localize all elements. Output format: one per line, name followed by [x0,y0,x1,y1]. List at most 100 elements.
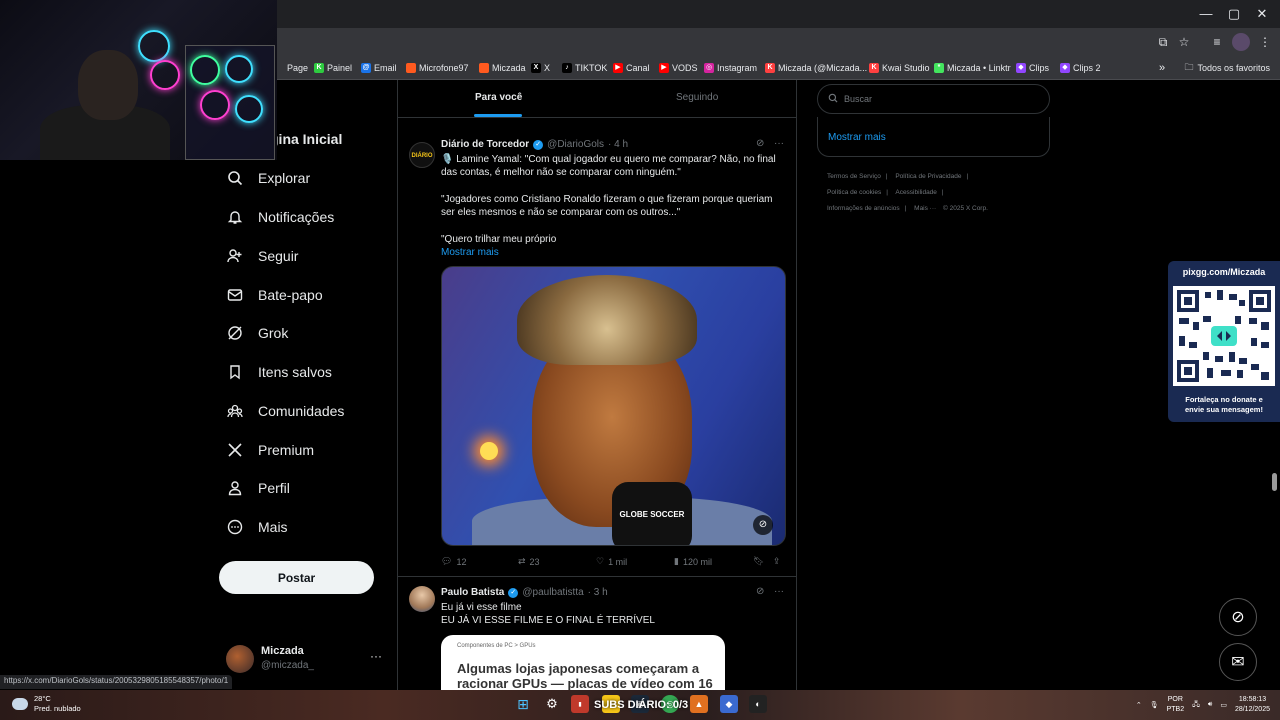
privacy-link[interactable]: Política de Privacidade [895,173,961,180]
nav-explore[interactable]: Explorar [226,163,310,193]
minimize-button[interactable]: — [1196,5,1216,23]
grok-floating-button[interactable]: ⊘ [1219,598,1257,636]
app-icon[interactable]: ◆ [720,695,738,713]
bookmark-microfone97[interactable]: Microfone97 [406,60,469,76]
app-icon[interactable]: ▲ [690,695,708,713]
windows-start-icon[interactable]: ⊞ [514,695,532,713]
clock[interactable]: 18:58:13 28/12/2025 [1235,695,1270,715]
language-indicator[interactable]: POR PTB2 [1167,695,1185,715]
nav-grok[interactable]: Grok [226,318,288,348]
bookmark-clips[interactable]: ◆ Clips [1016,60,1049,76]
bookmark-linktree[interactable]: * Miczada • Linktr [934,60,1011,76]
bookmark-instagram[interactable]: ◎ Instagram [704,60,757,76]
bookmark-x[interactable]: XX [531,60,550,76]
tweet-author-avatar[interactable]: DIÁRIO [409,142,435,168]
twitch-icon: ◆ [1016,63,1026,73]
nav-profile[interactable]: Perfil [226,473,290,503]
restore-button[interactable]: ▢ [1224,5,1244,23]
link-preview-card[interactable]: Componentes de PC > GPUs Algumas lojas j… [441,635,725,690]
home-label[interactable]: gina Inicial [270,131,342,147]
tweet-more-icon[interactable]: ··· [774,586,784,597]
tab-following[interactable]: Seguindo [676,92,718,103]
bookmark-vods[interactable]: ▶ VODS [659,60,698,76]
verified-badge-icon: ✓ [508,587,519,598]
x-logo-icon: X [531,63,541,73]
weather-widget[interactable]: 28°C Pred. nublado [12,694,81,714]
bookmark-orange-icon [406,63,416,73]
nav-notifications[interactable]: Notificações [226,202,334,232]
show-more-link[interactable]: Mostrar mais [828,132,886,143]
all-bookmarks-folder[interactable]: 🗀 Todos os favoritos [1184,60,1270,76]
bookmarks-overflow-button[interactable]: » [1159,60,1165,76]
install-app-icon[interactable]: ⧉ [1154,33,1172,51]
nav-communities[interactable]: Comunidades [226,396,344,426]
network-icon[interactable]: 🖧 [1192,700,1200,711]
cookies-link[interactable]: Política de cookies [827,189,881,196]
account-switcher[interactable]: Miczada @miczada_ ··· [226,643,386,675]
browser-menu-icon[interactable]: ⋮ [1256,33,1274,51]
nav-premium[interactable]: Premium [226,435,314,465]
nav-more[interactable]: Mais [226,512,288,542]
bookmark-canal[interactable]: ▶ Canal [613,60,650,76]
reply-button[interactable]: 💬︎ 12 [441,556,466,567]
nav-follow[interactable]: Seguir [226,241,298,271]
tweet-author-handle[interactable]: @paulbatistta [522,587,583,598]
tab-for-you[interactable]: Para você [475,92,522,103]
bookmark-tiktok[interactable]: ♪ TIKTOK [562,60,607,76]
search-input[interactable]: Buscar [817,84,1050,114]
more-icon[interactable]: ··· [370,649,382,663]
bookmark-button[interactable]: 🔖︎ [753,556,764,567]
tweet-author-handle[interactable]: @DiarioGols [547,139,604,150]
repost-button[interactable]: ⇄ 23 [518,556,540,567]
streamer-head [78,50,138,120]
tweet-media-image[interactable]: GLOBE SOCCER ⊘ [441,266,786,546]
battery-icon[interactable]: ▭ [1220,701,1227,709]
bookmark-email[interactable]: @ Email [361,60,397,76]
tweet-author-name[interactable]: Diário de Torcedor [441,139,529,150]
scrollbar-thumb[interactable] [1272,473,1277,491]
post-button[interactable]: Postar [219,561,374,594]
media-controls-icon[interactable]: ≡ [1208,33,1226,51]
grok-icon[interactable]: ⊘ [756,586,764,597]
more-link[interactable]: Mais ··· [914,205,936,212]
nav-bookmarks[interactable]: Itens salvos [226,357,332,387]
trends-panel: Mostrar mais [817,117,1050,157]
ads-info-link[interactable]: Informações de anúncios [827,205,900,212]
profile-avatar-icon[interactable] [1232,33,1250,51]
accessibility-link[interactable]: Acessibilidade [895,189,937,196]
close-button[interactable]: ✕ [1252,5,1272,23]
profile-name: Miczada [261,645,304,657]
app-icon[interactable]: ▮ [571,695,589,713]
bookmark-miczada[interactable]: Miczada [479,60,526,76]
tweet-timestamp[interactable]: · 3 h [588,587,608,598]
volume-icon[interactable]: 🔊︎ [1208,701,1212,709]
bookmark-kwai-profile[interactable]: K Miczada (@Miczada... [765,60,867,76]
nav-chat[interactable]: Bate-papo [226,280,323,310]
bookmark-page[interactable]: Page [274,60,308,76]
show-more-link[interactable]: Mostrar mais [441,246,786,259]
bookmark-kwai-studio[interactable]: K Kwai Studio [869,60,930,76]
obs-icon[interactable]: ◐ [749,695,767,713]
tweet-author-avatar[interactable] [409,586,435,612]
like-button[interactable]: ♡ 1 mil [596,556,627,567]
tweet-author-name[interactable]: Paulo Batista [441,587,504,598]
messages-floating-button[interactable]: ✉ [1219,643,1257,681]
tweet-more-icon[interactable]: ··· [774,138,784,149]
views-button[interactable]: ▮ 120 mil [674,556,712,567]
bookmark-clips-2[interactable]: ◆ Clips 2 [1060,60,1101,76]
grok-image-icon[interactable]: ⊘ [753,515,773,535]
tweet-timestamp[interactable]: · 4 h [608,139,628,150]
repost-icon: ⇄ [518,556,526,566]
grok-icon[interactable]: ⊘ [756,138,764,149]
grok-icon: ⊘ [1231,609,1245,626]
settings-gear-icon[interactable]: ⚙ [543,695,561,713]
card-title: Algumas lojas japonesas começaram a raci… [457,661,713,690]
star-bookmark-icon[interactable]: ☆ [1175,33,1193,51]
share-button[interactable]: ⇪ [773,556,781,567]
bookmark-painel[interactable]: K Painel [314,60,352,76]
terms-link[interactable]: Termos de Serviço [827,173,881,180]
chevron-up-icon[interactable]: ⌃ [1136,701,1142,709]
tweet-text: EU JÁ VI ESSE FILME E O FINAL É TERRÍVEL [441,615,655,626]
nav-label: Mais [258,519,288,535]
microphone-icon[interactable]: 🎙︎ [1150,701,1159,709]
